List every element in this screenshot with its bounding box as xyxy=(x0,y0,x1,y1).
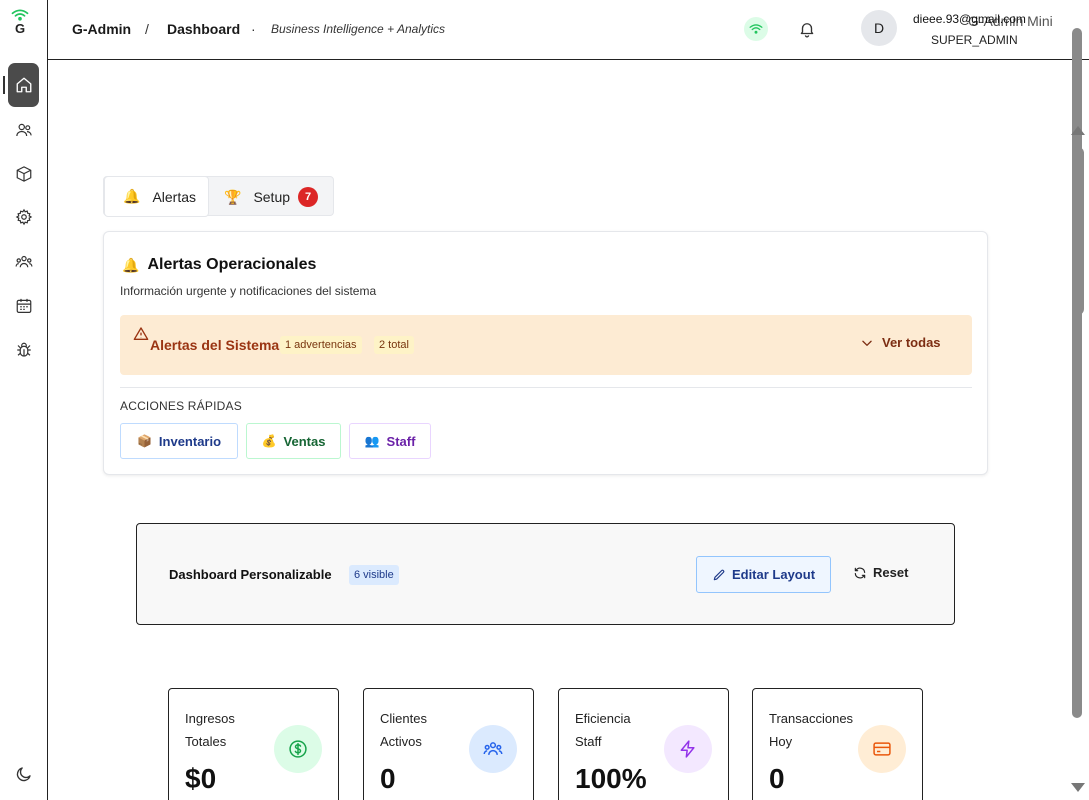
reset-button[interactable]: Reset xyxy=(853,565,908,580)
reset-label: Reset xyxy=(873,565,909,580)
moon-icon[interactable] xyxy=(15,765,33,783)
breadcrumb-brand[interactable]: G-Admin xyxy=(72,21,131,37)
stat-label: Clientes Activos xyxy=(380,711,427,749)
stat-value: 0 xyxy=(769,763,785,794)
scroll-down-arrow[interactable] xyxy=(1071,783,1085,792)
stat-card-efficiency[interactable]: Eficiencia Staff 100% xyxy=(558,688,729,800)
divider xyxy=(120,387,972,388)
dashboard-customizer: Dashboard Personalizable 6 visible Edita… xyxy=(136,523,955,625)
card-title: 🔔 Alertas Operacionales xyxy=(122,256,316,274)
visible-count-badge: 6 visible xyxy=(349,565,399,585)
quick-action-ventas-button[interactable]: 💰 Ventas xyxy=(246,423,341,459)
edit-layout-label: Editar Layout xyxy=(731,567,816,582)
people-icon: 👥 xyxy=(364,434,380,448)
sidebar-item-products[interactable] xyxy=(8,158,40,190)
stat-value: 0 xyxy=(380,763,396,794)
stat-label: Ingresos Totales xyxy=(185,711,235,749)
credit-card-icon xyxy=(873,742,891,756)
breadcrumb-dot: · xyxy=(251,21,256,37)
scroll-up-arrow[interactable] xyxy=(1071,126,1085,135)
warnings-count-badge: 1 advertencias xyxy=(280,336,362,354)
card-description: Información urgente y notificaciones del… xyxy=(120,284,377,298)
tab-setup[interactable]: 🏆 Setup 7 xyxy=(224,177,319,217)
sidebar-item-team[interactable] xyxy=(8,246,40,278)
stat-card-revenue[interactable]: Ingresos Totales $0 xyxy=(168,688,339,800)
stat-icon-wrap xyxy=(274,725,322,773)
gear-icon xyxy=(15,208,33,226)
app-logo[interactable]: G xyxy=(8,8,32,38)
stat-label: Transacciones Hoy xyxy=(769,711,854,749)
sidebar-item-users[interactable] xyxy=(8,114,40,146)
group-icon xyxy=(15,255,33,268)
group-icon xyxy=(483,742,503,755)
stat-icon-wrap xyxy=(664,725,712,773)
breadcrumb-separator: / xyxy=(145,21,149,37)
user-email: dieee.93@gmail.com xyxy=(913,12,1026,26)
tab-alertas[interactable]: 🔔 Alertas xyxy=(104,176,209,217)
system-alert[interactable]: Alertas del Sistema 1 advertencias 2 tot… xyxy=(120,315,972,375)
page-subtitle: Business Intelligence + Analytics xyxy=(271,22,445,36)
users-icon xyxy=(16,123,32,137)
stat-value: $0 xyxy=(185,763,217,794)
sidebar: G xyxy=(0,0,48,800)
user-role: SUPER_ADMIN xyxy=(931,33,1018,47)
stat-icon-wrap xyxy=(469,725,517,773)
wifi-icon xyxy=(11,9,29,21)
chevron-down-icon xyxy=(862,340,872,346)
breadcrumb-page: Dashboard xyxy=(167,21,241,37)
card-title-text: Alertas Operacionales xyxy=(147,256,317,273)
stat-label: Eficiencia Staff xyxy=(575,711,631,749)
scrollbar[interactable] xyxy=(1068,0,1089,800)
package-icon: 📦 xyxy=(136,434,152,448)
bell-icon[interactable] xyxy=(798,20,816,38)
sidebar-item-calendar[interactable] xyxy=(8,290,40,322)
connection-status[interactable] xyxy=(744,17,768,41)
quick-actions-label: ACCIONES RÁPIDAS xyxy=(120,399,242,413)
inner-scrollbar-thumb[interactable] xyxy=(1072,147,1084,315)
bug-icon xyxy=(17,342,31,357)
stat-card-transactions[interactable]: Transacciones Hoy 0 xyxy=(752,688,923,800)
calendar-icon xyxy=(16,298,32,313)
tab-list: 🔔 Alertas 🏆 Setup 7 xyxy=(103,176,334,217)
view-all-label: Ver todas xyxy=(882,335,941,350)
warning-icon xyxy=(133,327,149,340)
stat-icon-wrap xyxy=(858,725,906,773)
alerts-card: 🔔 Alertas Operacionales Información urge… xyxy=(103,231,988,475)
top-header: G-Admin / Dashboard · Business Intellige… xyxy=(48,0,1089,60)
view-all-button[interactable]: Ver todas xyxy=(860,335,941,350)
sidebar-item-home[interactable] xyxy=(8,63,39,107)
tab-label: Setup xyxy=(253,189,291,205)
stat-card-clients[interactable]: Clientes Activos 0 xyxy=(363,688,534,800)
dollar-icon xyxy=(289,740,307,758)
quick-action-label: Ventas xyxy=(283,433,326,449)
refresh-icon xyxy=(854,567,866,578)
quick-action-label: Inventario xyxy=(158,433,222,449)
cube-icon xyxy=(16,166,32,182)
alert-title: Alertas del Sistema xyxy=(150,337,280,353)
total-count-badge: 2 total xyxy=(374,336,414,354)
money-bag-icon: 💰 xyxy=(261,434,277,448)
pencil-icon xyxy=(713,569,725,580)
sidebar-item-settings[interactable] xyxy=(8,201,40,233)
sidebar-item-debug[interactable] xyxy=(8,334,40,366)
avatar[interactable]: D xyxy=(861,10,897,46)
stat-value: 100% xyxy=(575,763,647,794)
quick-action-staff-button[interactable]: 👥 Staff xyxy=(349,423,431,459)
active-indicator xyxy=(3,76,5,94)
tab-label: Alertas xyxy=(152,188,197,205)
wifi-icon xyxy=(749,24,763,34)
trophy-icon: 🏆 xyxy=(224,188,242,205)
logo-letter: G xyxy=(14,21,26,36)
notification-badge: 7 xyxy=(298,187,319,207)
quick-action-label: Staff xyxy=(386,433,416,449)
home-icon xyxy=(16,77,31,93)
customizer-title: Dashboard Personalizable xyxy=(169,567,332,582)
bell-icon: 🔔 xyxy=(123,188,141,204)
bell-icon: 🔔 xyxy=(122,256,140,273)
bolt-icon xyxy=(680,740,695,758)
edit-layout-button[interactable]: Editar Layout xyxy=(696,556,831,593)
quick-action-inventario-button[interactable]: 📦 Inventario xyxy=(120,423,238,459)
